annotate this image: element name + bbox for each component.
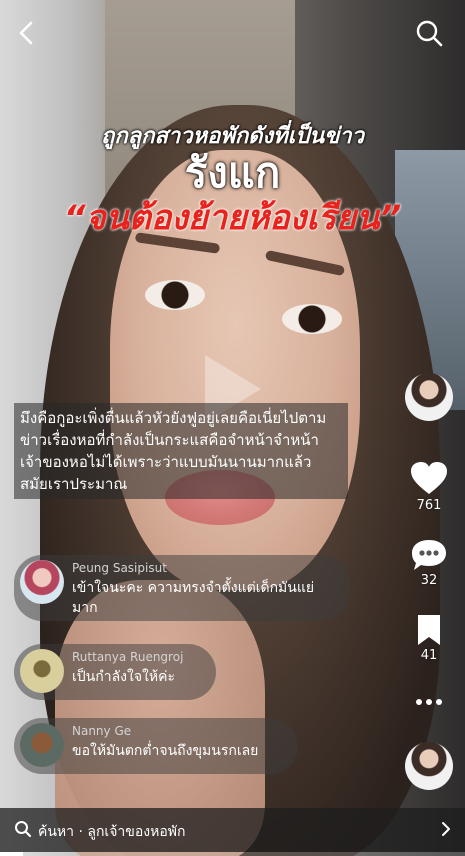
comment-count: 32 (420, 573, 438, 588)
chevron-left-icon (19, 21, 33, 45)
commenter-avatar (20, 723, 64, 767)
comment-text: เป็นกำลังใจให้ค่ะ (72, 669, 175, 685)
commenter-avatar (20, 649, 64, 693)
comment-line: เข้าใจนะคะ ความทรงจำตั้งแต่เด็กมันแย่ (72, 580, 315, 596)
video-progress-bar[interactable] (0, 852, 465, 856)
search-icon (416, 20, 443, 47)
comment-text: ขอให้มันตกต่ำจนถึงขุมนรกเลย (72, 743, 259, 759)
save-count: 41 (420, 648, 438, 663)
related-search-bar[interactable]: ค้นหา · ลูกเจ้าของหอพัก (0, 808, 465, 852)
caption-line: มึงคือกูอะเพิ่งตื่นแล้วหัวยังฟูอยู่เลยคื… (20, 409, 327, 427)
more-dots-icon (416, 699, 442, 705)
right-eye (282, 304, 342, 334)
like-count: 761 (416, 498, 442, 513)
comment-line: มาก (72, 600, 98, 616)
headline-line-3: “จนต้องย้ายห้องเรียน” (63, 198, 402, 238)
caption-line: ข่าวเรื่องหอที่กำลังเป็นกระแสคือจำหน้าจำ… (20, 431, 319, 449)
search-button[interactable] (414, 18, 444, 48)
commenter-name: Nanny Ge (72, 724, 132, 738)
caption-line: สมัยเราประมาณ (20, 475, 128, 493)
bookmark-icon (418, 615, 440, 645)
search-icon (15, 821, 32, 838)
commenter-avatar (20, 560, 64, 604)
more-button[interactable] (408, 692, 450, 728)
related-search-label: ค้นหา · ลูกเจ้าของหอพัก (38, 824, 186, 840)
comment-item[interactable]: Ruttanya Ruengroj เป็นกำลังใจให้ค่ะ (14, 644, 216, 700)
comment-text: เข้าใจนะคะ ความทรงจำตั้งแต่เด็กมันแย่ มา… (72, 578, 314, 618)
commenter-name: Ruttanya Ruengroj (72, 650, 184, 664)
like-button[interactable] (408, 460, 450, 496)
video-progress-fill (0, 852, 24, 856)
save-button[interactable] (408, 612, 450, 648)
video-caption[interactable]: มึงคือกูอะเพิ่งตื่นแล้วหัวยังฟูอยู่เลยคื… (14, 403, 348, 499)
back-button[interactable] (12, 18, 42, 48)
commenter-name: Peung Sasipisut (72, 561, 167, 575)
caption-line: เจ้าของหอไม่ได้เพราะว่าแบบมันนานมากแล้ว (20, 453, 312, 471)
comment-item[interactable]: Nanny Ge ขอให้มันตกต่ำจนถึงขุมนรกเลย (14, 718, 298, 774)
comment-item[interactable]: Peung Sasipisut เข้าใจนะคะ ความทรงจำตั้ง… (14, 555, 350, 621)
speech-bubble-icon (412, 540, 446, 570)
music-avatar[interactable] (405, 742, 453, 790)
comment-button[interactable] (408, 538, 450, 574)
left-eye (145, 280, 205, 310)
heart-icon (411, 462, 447, 494)
creator-avatar[interactable] (405, 373, 453, 421)
chevron-right-icon (442, 822, 450, 836)
